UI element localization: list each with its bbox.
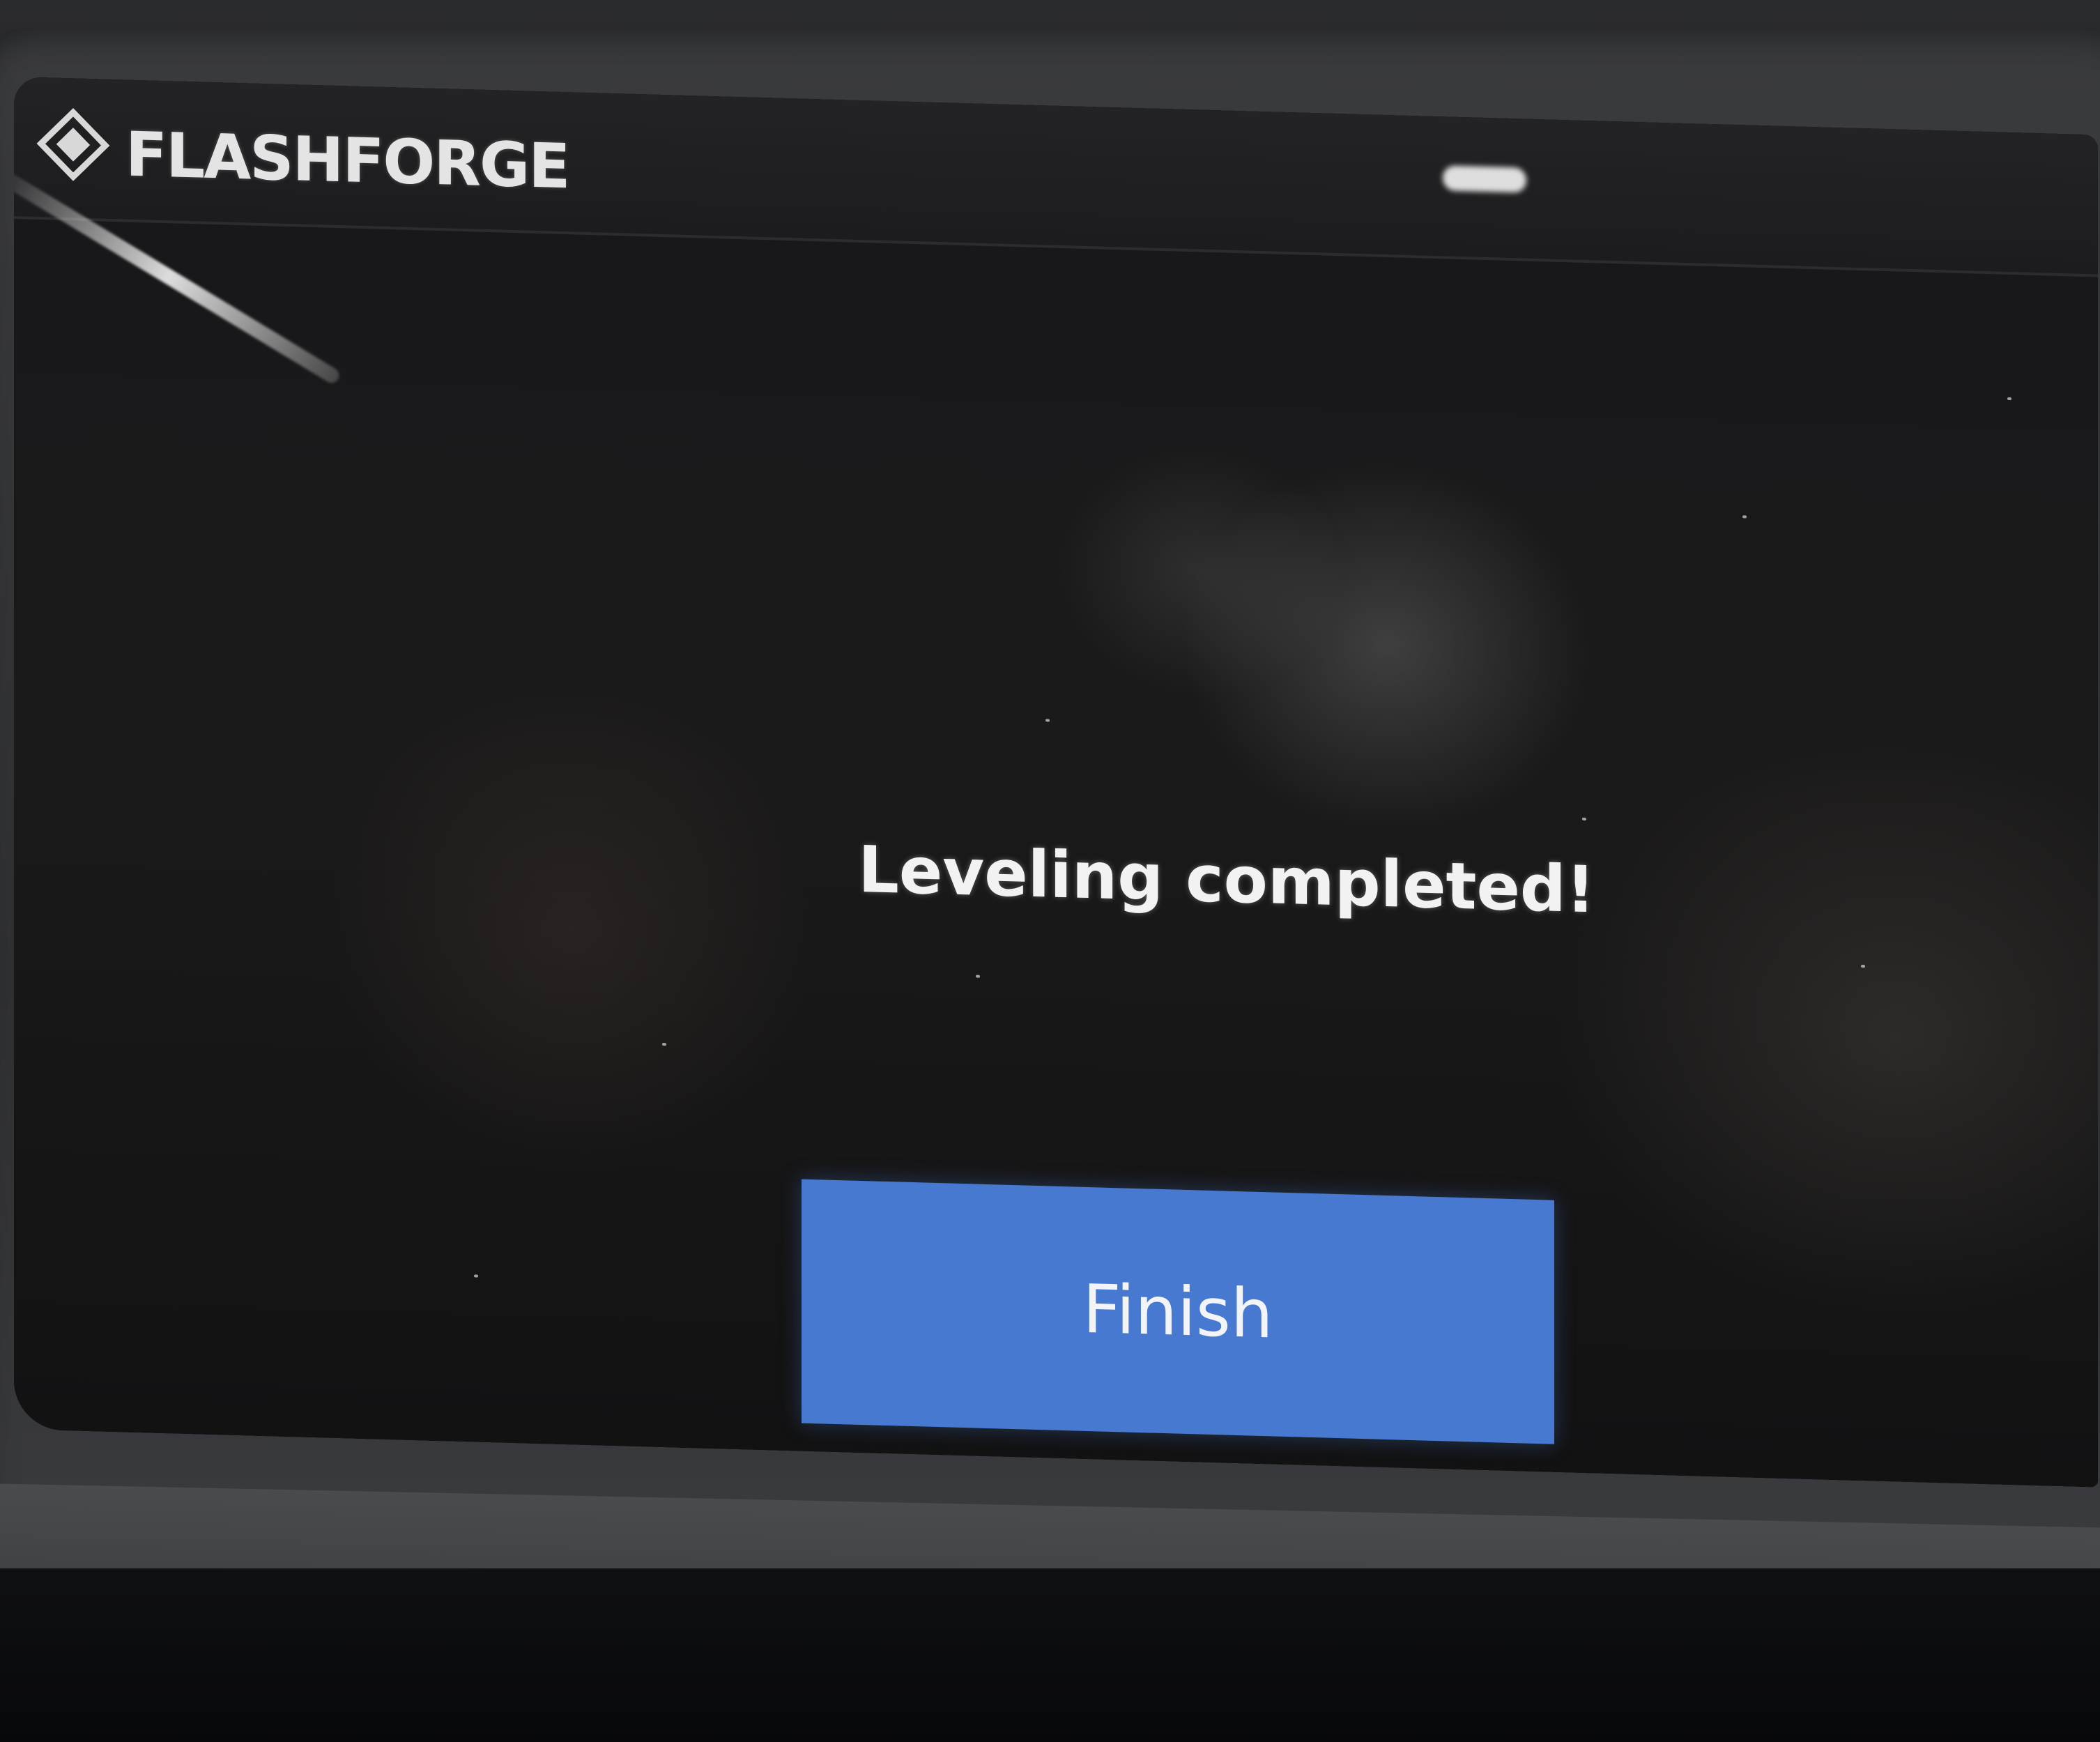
printer-display: FLASHFORGE Leveling completed! Finish [14, 77, 2098, 1488]
dust-speck [1861, 965, 1865, 968]
dust-speck [1045, 719, 1050, 722]
finish-button[interactable]: Finish [802, 1179, 1554, 1444]
dust-speck [1582, 817, 1586, 821]
printer-lower-body [0, 1568, 2100, 1742]
brand-name: FLASHFORGE [125, 118, 569, 203]
photo-frame: FLASHFORGE Leveling completed! Finish [0, 0, 2100, 1742]
dust-speck [976, 975, 980, 978]
light-reflection-top [1443, 165, 1526, 193]
dust-speck [662, 1042, 666, 1046]
dust-speck [474, 1274, 478, 1278]
flashforge-logo-icon [36, 107, 110, 181]
dust-speck [2007, 397, 2011, 401]
dust-speck [1742, 515, 1747, 519]
